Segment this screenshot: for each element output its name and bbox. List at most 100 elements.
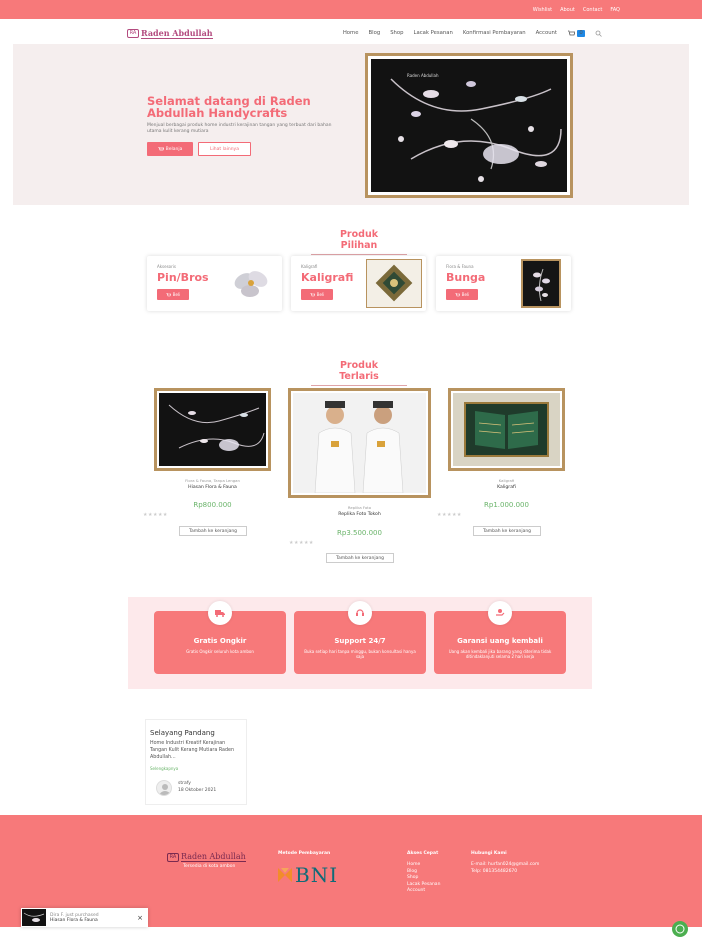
quick-links-title: Akses Cepat xyxy=(407,851,439,856)
buy-label: Beli xyxy=(461,292,470,297)
nav-account[interactable]: Account xyxy=(536,30,557,36)
buy-button[interactable]: Beli xyxy=(446,289,478,300)
purchase-notification[interactable]: Dira F. just purchased Hiasan Flora & Fa… xyxy=(21,908,148,927)
footer-logo[interactable]: RA Raden Abdullah xyxy=(167,852,246,862)
nav-shop[interactable]: Shop xyxy=(390,30,403,36)
product-price: Rp3.500.000 xyxy=(337,529,382,537)
feature-title: Garansi uang kembali xyxy=(457,637,543,645)
featured-card-pin-bros[interactable]: Aksesoris Pin/Bros Beli xyxy=(147,256,282,311)
add-to-cart-button[interactable]: Tambah ke keranjang xyxy=(179,526,247,536)
cart-icon xyxy=(454,292,460,296)
rating-stars: ★★★★★ xyxy=(437,512,462,518)
see-more-button[interactable]: Lihat lainnya xyxy=(198,142,251,156)
frame-watermark-text: Raden Abdullah xyxy=(407,73,439,78)
product-price: Rp1.000.000 xyxy=(484,501,529,509)
product-name[interactable]: Replika Foto Tokoh xyxy=(288,512,431,517)
read-more-link[interactable]: Selengkapnya xyxy=(150,766,178,771)
nav-blog[interactable]: Blog xyxy=(368,30,380,36)
feature-title: Gratis Ongkir xyxy=(193,637,247,645)
headset-icon xyxy=(348,601,372,625)
kaligrafi-product-image xyxy=(453,393,560,466)
bni-mark-icon xyxy=(278,868,292,882)
add-to-cart-button[interactable]: Tambah ke keranjang xyxy=(326,553,394,563)
hero-subtitle: Menjual berbagai produk home industri ke… xyxy=(147,123,332,134)
replika-foto-tokoh-image xyxy=(293,393,426,493)
cart-icon xyxy=(568,30,575,35)
contact-title: Hubungi Kami xyxy=(471,851,507,856)
featured-name: Bunga xyxy=(446,271,486,284)
product-category: Kaligrafi xyxy=(498,478,515,483)
topbar-link-wishlist[interactable]: Wishlist xyxy=(533,7,552,13)
user-icon xyxy=(159,784,171,795)
rating-stars: ★★★★★ xyxy=(289,540,314,546)
nav-lacak-pesanan[interactable]: Lacak Pesanan xyxy=(414,30,453,36)
cart-count-badge: 0 xyxy=(577,29,585,37)
top-bar: Wishlist About Contact FAQ xyxy=(0,0,702,19)
toast-text: Dira F. just purchased Hiasan Flora & Fa… xyxy=(50,913,133,923)
logo-text: Raden Abdullah xyxy=(141,27,213,39)
logo-mark: RA xyxy=(127,28,139,38)
bni-logo: BNI xyxy=(278,863,338,887)
whatsapp-chat-button[interactable] xyxy=(672,921,688,937)
bestseller-image-frame[interactable] xyxy=(154,388,271,471)
feature-subtitle: Uang akan kembali jika barang yang diter… xyxy=(448,649,552,659)
main-nav: Home Blog Shop Lacak Pesanan Konfirmasi … xyxy=(343,29,602,37)
cart-icon xyxy=(309,292,315,296)
toast-product-image xyxy=(22,909,46,926)
buy-button[interactable]: Beli xyxy=(301,289,333,300)
kaligrafi-image xyxy=(366,259,422,308)
featured-card-bunga[interactable]: Flora & Fauna Bunga Beli xyxy=(436,256,571,311)
hero-art-frame: Raden Abdullah xyxy=(365,53,573,198)
blog-title[interactable]: Selayang Pandang xyxy=(150,729,215,737)
search-icon[interactable] xyxy=(595,30,602,37)
cart-button[interactable]: 0 xyxy=(567,29,585,37)
product-name[interactable]: Kaligrafi xyxy=(448,485,565,490)
bestseller-image-frame[interactable] xyxy=(288,388,431,498)
site-logo[interactable]: RA Raden Abdullah xyxy=(127,28,213,39)
toast-close-button[interactable]: × xyxy=(137,914,147,922)
footer-logo-mark: RA xyxy=(167,852,179,862)
cart-icon xyxy=(157,146,164,150)
features-section: Gratis Ongkir Gratis Ongkir seluruh kota… xyxy=(128,597,592,689)
cart-icon xyxy=(165,292,171,296)
footer-link-account[interactable]: Account xyxy=(407,888,425,895)
hiasan-flora-fauna-image xyxy=(159,393,266,466)
bunga-image xyxy=(521,259,561,308)
nav-home[interactable]: Home xyxy=(343,30,359,36)
featured-name: Kaligrafi xyxy=(301,271,354,284)
topbar-link-about[interactable]: About xyxy=(560,7,575,13)
featured-category: Flora & Fauna xyxy=(446,264,474,269)
navbar: RA Raden Abdullah Home Blog Shop Lacak P… xyxy=(0,19,702,47)
featured-title: Produk Pilihan xyxy=(311,229,407,255)
nav-konfirmasi-pembayaran[interactable]: Konfirmasi Pembayaran xyxy=(463,30,526,36)
topbar-link-contact[interactable]: Contact xyxy=(583,7,602,13)
buy-button[interactable]: Beli xyxy=(157,289,189,300)
bank-name: BNI xyxy=(295,863,339,887)
bestsellers-title: Produk Terlaris xyxy=(311,360,407,386)
shop-now-label: Belanja xyxy=(165,146,183,152)
pin-bros-image xyxy=(222,259,278,308)
featured-category: Kaligrafi xyxy=(301,264,318,269)
bestseller-image-frame[interactable] xyxy=(448,388,565,471)
product-category: Flora & Fauna, Tanpa Lengan xyxy=(185,478,240,483)
buy-label: Beli xyxy=(172,292,181,297)
hero-title: Selamat datang di Raden Abdullah Handycr… xyxy=(147,94,311,120)
product-name[interactable]: Hiasan Flora & Fauna xyxy=(154,485,271,490)
feature-free-shipping: Gratis Ongkir Gratis Ongkir seluruh kota… xyxy=(154,601,286,674)
whatsapp-icon xyxy=(675,924,685,934)
footer-logo-text: Raden Abdullah xyxy=(181,852,246,862)
post-date: 18 Oktober 2021 xyxy=(178,788,217,793)
shop-now-button[interactable]: Belanja xyxy=(147,142,193,156)
hero-artwork-image: Raden Abdullah xyxy=(371,59,567,192)
feature-subtitle: Gratis Ongkir seluruh kota ambon xyxy=(186,649,254,654)
blog-card[interactable]: Selayang Pandang Home Industri Kreatif K… xyxy=(145,719,247,805)
feature-support: Support 24/7 Buka setiap hari tanpa ming… xyxy=(294,601,426,674)
contact-phone[interactable]: Telp: 081354482670 xyxy=(471,869,517,876)
add-to-cart-button[interactable]: Tambah ke keranjang xyxy=(473,526,541,536)
payment-title: Metode Pembayaran xyxy=(278,851,331,856)
money-back-icon xyxy=(488,601,512,625)
featured-name: Pin/Bros xyxy=(157,271,209,284)
author-avatar xyxy=(156,780,172,796)
topbar-link-faq[interactable]: FAQ xyxy=(610,7,620,13)
featured-card-kaligrafi[interactable]: Kaligrafi Kaligrafi Beli xyxy=(291,256,426,311)
